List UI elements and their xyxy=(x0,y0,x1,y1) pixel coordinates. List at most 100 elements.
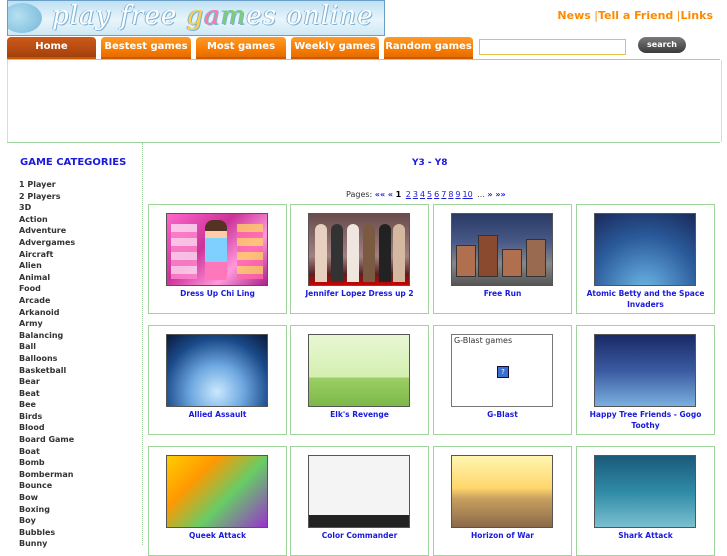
category-link[interactable]: Adventure xyxy=(19,225,75,237)
tab-bestest-games[interactable]: Bestest games xyxy=(101,37,191,59)
category-link[interactable]: Boy xyxy=(19,515,75,527)
game-card[interactable]: Jennifer Lopez Dress up 2 xyxy=(290,204,429,314)
category-link[interactable]: Bubbles xyxy=(19,527,75,539)
page-link[interactable]: 5 xyxy=(427,190,432,199)
ad-banner-area xyxy=(7,60,722,142)
categories-heading: GAME CATEGORIES xyxy=(20,157,127,168)
category-link[interactable]: 3D xyxy=(19,202,75,214)
game-title-link[interactable]: Elk's Revenge xyxy=(294,409,425,420)
category-link[interactable]: Basketball xyxy=(19,365,75,377)
category-link[interactable]: Bow xyxy=(19,492,75,504)
category-link[interactable]: 1 Player xyxy=(19,179,75,191)
category-link[interactable]: Alien xyxy=(19,260,75,272)
game-thumbnail[interactable] xyxy=(166,334,268,407)
game-thumbnail[interactable]: G-Blast games ? xyxy=(451,334,553,407)
tell-a-friend-link[interactable]: Tell a Friend xyxy=(598,9,673,22)
game-title-link[interactable]: Free Run xyxy=(437,288,568,299)
category-link[interactable]: Blood xyxy=(19,422,75,434)
category-link[interactable]: Arkanoid xyxy=(19,307,75,319)
game-card[interactable]: Shark Attack xyxy=(576,446,715,556)
category-link[interactable]: Bear xyxy=(19,376,75,388)
category-link[interactable]: Board Game xyxy=(19,434,75,446)
category-link[interactable]: Boxing xyxy=(19,504,75,516)
category-link[interactable]: Food xyxy=(19,283,75,295)
category-link[interactable]: Beat xyxy=(19,388,75,400)
category-link[interactable]: Advergames xyxy=(19,237,75,249)
game-thumbnail[interactable] xyxy=(308,455,410,528)
page-link[interactable]: 4 xyxy=(420,190,425,199)
game-title-link[interactable]: Jennifer Lopez Dress up 2 xyxy=(294,288,425,299)
missing-image-icon: ? xyxy=(497,366,509,378)
game-title-link[interactable]: Atomic Betty and the Space Invaders xyxy=(580,288,711,310)
tab-weekly-games[interactable]: Weekly games xyxy=(291,37,379,59)
page-link[interactable]: 7 xyxy=(441,190,446,199)
page-link[interactable]: 3 xyxy=(413,190,418,199)
game-card[interactable]: Queek Attack xyxy=(148,446,287,556)
game-title-link[interactable]: Dress Up Chi Ling xyxy=(152,288,283,299)
tab-home[interactable]: Home xyxy=(7,37,96,59)
game-card[interactable]: Dress Up Chi Ling xyxy=(148,204,287,314)
category-link[interactable]: Boat xyxy=(19,446,75,458)
links-link[interactable]: Links xyxy=(681,9,713,22)
news-link[interactable]: News xyxy=(557,9,590,22)
search-input[interactable] xyxy=(479,39,626,55)
game-title-link[interactable]: Allied Assault xyxy=(152,409,283,420)
category-list: 1 Player 2 Players 3D Action Adventure A… xyxy=(19,179,75,550)
category-link[interactable]: Bee xyxy=(19,399,75,411)
game-card[interactable]: G-Blast games ? G-Blast xyxy=(433,325,572,435)
page-link[interactable]: 8 xyxy=(448,190,453,199)
category-link[interactable]: Bunny xyxy=(19,538,75,550)
thumbnail-alt-text: G-Blast games xyxy=(454,336,513,345)
current-page: 1 xyxy=(395,190,402,199)
category-link[interactable]: 2 Players xyxy=(19,191,75,203)
category-link[interactable]: Army xyxy=(19,318,75,330)
site-logo[interactable]: play free games online xyxy=(7,0,385,36)
game-card[interactable]: Allied Assault xyxy=(148,325,287,435)
category-link[interactable]: Animal xyxy=(19,272,75,284)
logo-bubble-icon xyxy=(8,3,42,33)
game-title-link[interactable]: Color Commander xyxy=(294,530,425,541)
game-card[interactable]: Horizon of War xyxy=(433,446,572,556)
category-link[interactable]: Arcade xyxy=(19,295,75,307)
category-link[interactable]: Bounce xyxy=(19,480,75,492)
page-link[interactable]: 10 xyxy=(463,190,473,199)
search-button[interactable]: search xyxy=(638,37,686,53)
pagination-ellipsis: ... xyxy=(477,190,485,199)
first-prev-link[interactable]: «« « xyxy=(375,190,393,199)
game-thumbnail[interactable] xyxy=(451,213,553,286)
game-title-link[interactable]: Shark Attack xyxy=(580,530,711,541)
tab-most-games[interactable]: Most games xyxy=(196,37,286,59)
game-title-link[interactable]: Horizon of War xyxy=(437,530,568,541)
top-links: News |Tell a Friend |Links xyxy=(557,9,713,22)
game-thumbnail[interactable] xyxy=(308,334,410,407)
game-thumbnail[interactable] xyxy=(594,334,696,407)
game-thumbnail[interactable] xyxy=(451,455,553,528)
game-card[interactable]: Atomic Betty and the Space Invaders xyxy=(576,204,715,314)
page-link[interactable]: 9 xyxy=(455,190,460,199)
game-card[interactable]: Color Commander xyxy=(290,446,429,556)
category-link[interactable]: Bomb xyxy=(19,457,75,469)
game-thumbnail[interactable] xyxy=(166,213,268,286)
category-link[interactable]: Bomberman xyxy=(19,469,75,481)
tab-random-games[interactable]: Random games xyxy=(384,37,473,59)
game-thumbnail[interactable] xyxy=(594,213,696,286)
next-last-link[interactable]: » »» xyxy=(487,190,505,199)
game-card[interactable]: Elk's Revenge xyxy=(290,325,429,435)
category-link[interactable]: Aircraft xyxy=(19,249,75,261)
game-thumbnail[interactable] xyxy=(308,213,410,286)
game-title-link[interactable]: Happy Tree Friends - Gogo Toothy xyxy=(580,409,711,431)
page-link[interactable]: 2 xyxy=(406,190,411,199)
page-link[interactable]: 6 xyxy=(434,190,439,199)
category-link[interactable]: Balloons xyxy=(19,353,75,365)
game-card[interactable]: Free Run xyxy=(433,204,572,314)
category-link[interactable]: Ball xyxy=(19,341,75,353)
game-title-link[interactable]: G-Blast xyxy=(437,409,568,420)
category-link[interactable]: Birds xyxy=(19,411,75,423)
game-thumbnail[interactable] xyxy=(166,455,268,528)
category-link[interactable]: Action xyxy=(19,214,75,226)
category-link[interactable]: Balancing xyxy=(19,330,75,342)
separator: | xyxy=(673,9,681,22)
game-title-link[interactable]: Queek Attack xyxy=(152,530,283,541)
game-thumbnail[interactable] xyxy=(594,455,696,528)
game-card[interactable]: Happy Tree Friends - Gogo Toothy xyxy=(576,325,715,435)
